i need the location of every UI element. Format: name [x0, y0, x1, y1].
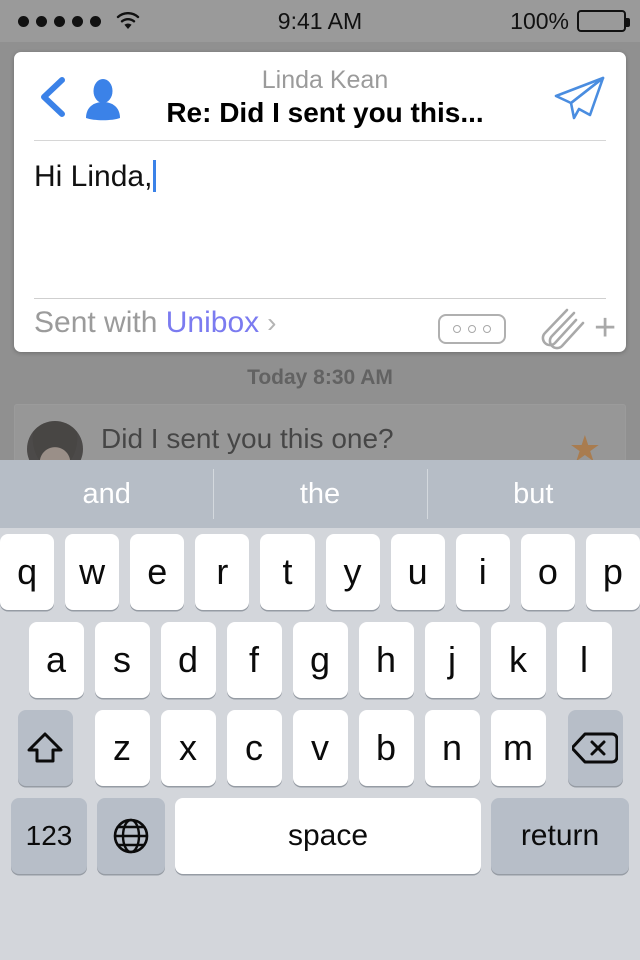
text-cursor: [153, 160, 157, 192]
key-z[interactable]: z: [94, 710, 150, 786]
more-options-icon[interactable]: [438, 314, 506, 344]
keyboard-rows: q w e r t y u i o p a s d f g h j k l z …: [0, 528, 640, 880]
key-e[interactable]: e: [130, 534, 185, 610]
back-chevron-icon[interactable]: [36, 76, 70, 118]
key-f[interactable]: f: [226, 622, 282, 698]
keyboard-row-3: z x c v b n m: [0, 704, 640, 792]
paperclip-icon[interactable]: [538, 306, 590, 352]
numbers-key[interactable]: 123: [11, 798, 87, 874]
key-g[interactable]: g: [292, 622, 348, 698]
send-paper-plane-icon[interactable]: [550, 72, 608, 124]
body-divider: [34, 298, 606, 299]
keyboard-row-4: 123 space return: [0, 792, 640, 880]
keyboard-row-2: a s d f g h j k l: [0, 616, 640, 704]
subject-line: Re: Did I sent you this...: [166, 97, 484, 128]
body-text: Hi Linda,: [34, 160, 157, 194]
message-subject: Did I sent you this one?: [101, 423, 394, 454]
home-indicator-area: [0, 956, 640, 960]
keyboard-row-1: q w e r t y u i o p: [0, 528, 640, 616]
key-h[interactable]: h: [358, 622, 414, 698]
predictive-text-bar: and the but: [0, 460, 640, 528]
keyboard: and the but q w e r t y u i o p a s d f …: [0, 460, 640, 960]
key-v[interactable]: v: [292, 710, 348, 786]
more-dot: [483, 325, 491, 333]
signature-row[interactable]: Sent with Unibox ›: [34, 306, 276, 340]
signature-brand: Unibox: [165, 306, 260, 339]
return-key[interactable]: return: [491, 798, 629, 874]
space-key[interactable]: space: [175, 798, 481, 874]
globe-icon[interactable]: [97, 798, 165, 874]
compose-header-titles: Linda Kean Re: Did I sent you this...: [134, 66, 516, 130]
more-dot: [468, 325, 476, 333]
key-x[interactable]: x: [160, 710, 216, 786]
compose-body[interactable]: Hi Linda,: [14, 144, 626, 254]
key-c[interactable]: c: [226, 710, 282, 786]
key-p[interactable]: p: [585, 534, 640, 610]
compose-card: Linda Kean Re: Did I sent you this... Hi…: [14, 52, 626, 352]
body-text-value: Hi Linda,: [34, 160, 153, 193]
key-s[interactable]: s: [94, 622, 150, 698]
plus-icon[interactable]: +: [594, 306, 616, 350]
key-n[interactable]: n: [424, 710, 480, 786]
date-separator: Today 8:30 AM: [247, 366, 393, 389]
status-bar: 9:41 AM 100%: [0, 0, 640, 42]
key-j[interactable]: j: [424, 622, 480, 698]
key-l[interactable]: l: [556, 622, 612, 698]
battery-percent: 100%: [510, 7, 569, 34]
compose-footer: Sent with Unibox › +: [14, 304, 626, 352]
battery-icon: [577, 10, 630, 32]
shift-icon[interactable]: [17, 710, 73, 786]
key-d[interactable]: d: [160, 622, 216, 698]
prediction-0[interactable]: and: [0, 460, 213, 528]
header-divider: [34, 140, 606, 141]
prediction-1[interactable]: the: [213, 460, 426, 528]
key-w[interactable]: w: [65, 534, 120, 610]
key-i[interactable]: i: [455, 534, 510, 610]
signature-chevron-icon: ›: [267, 307, 277, 338]
status-bar-right: 100%: [510, 0, 630, 42]
signature-prefix: Sent with: [34, 306, 158, 339]
person-icon[interactable]: [82, 78, 124, 122]
key-b[interactable]: b: [358, 710, 414, 786]
compose-header: Linda Kean Re: Did I sent you this...: [14, 52, 626, 141]
key-r[interactable]: r: [195, 534, 250, 610]
key-k[interactable]: k: [490, 622, 546, 698]
recipient-name: Linda Kean: [261, 66, 389, 94]
key-m[interactable]: m: [490, 710, 546, 786]
key-a[interactable]: a: [28, 622, 84, 698]
key-q[interactable]: q: [0, 534, 55, 610]
key-t[interactable]: t: [260, 534, 315, 610]
more-dot: [453, 325, 461, 333]
backspace-icon[interactable]: [567, 710, 623, 786]
key-u[interactable]: u: [390, 534, 445, 610]
key-y[interactable]: y: [325, 534, 380, 610]
prediction-2[interactable]: but: [426, 460, 640, 528]
key-o[interactable]: o: [520, 534, 575, 610]
